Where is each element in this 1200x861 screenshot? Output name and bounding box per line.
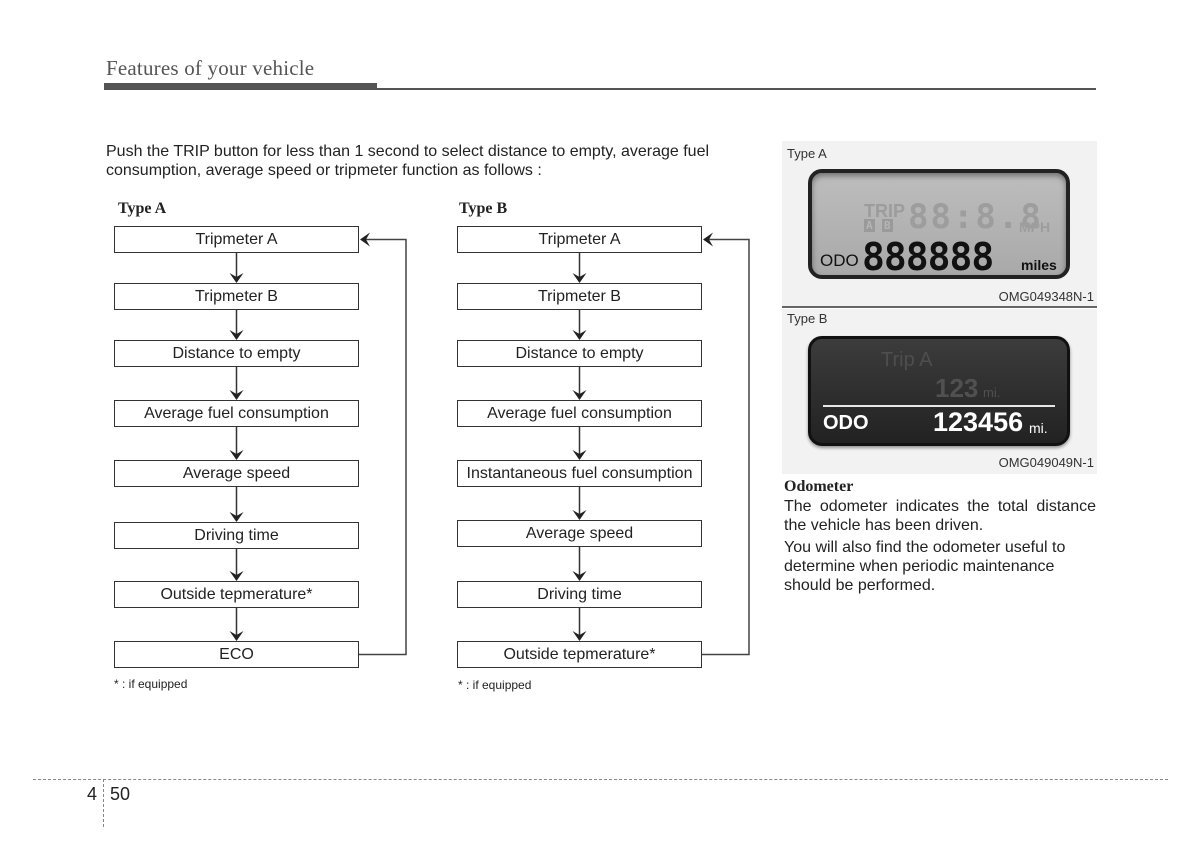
lcd-b-odo-value: 123456 (933, 407, 1024, 437)
lcd-trip-a-indicator: A (864, 219, 875, 232)
flow-step: Tripmeter A (457, 226, 702, 253)
chapter-number: 4 (87, 784, 98, 804)
flow-loop-back-arrow (702, 232, 750, 656)
flow-step: Driving time (114, 522, 359, 549)
flow-loop-back-arrow (359, 232, 407, 656)
figure-divider (782, 306, 1097, 308)
page-number: 50 (110, 784, 131, 804)
flow-step: Outside tepmerature* (457, 641, 702, 668)
flow-step: Tripmeter B (114, 283, 359, 310)
flow-step: Outside tepmerature* (114, 581, 359, 608)
type-a-title: Type A (118, 200, 167, 217)
lcd-b-odo-unit: mi. (1029, 420, 1048, 436)
figure-b-label: Type B (787, 311, 828, 326)
figure-type-a: Type A TRIP A B 88:8.8 MPH ODO 888888 mi… (782, 141, 1097, 306)
odometer-description: The odometer indicates the total distanc… (784, 497, 1096, 598)
flow-step: Average speed (114, 460, 359, 487)
lcd-b-trip-label: Trip A (881, 349, 933, 371)
type-b-footnote: * : if equipped (458, 678, 532, 692)
flow-step: Average speed (457, 520, 702, 547)
footer-rule (33, 779, 1168, 780)
type-b-title: Type B (459, 200, 508, 217)
type-a-footnote: * : if equipped (114, 677, 188, 691)
odometer-paragraph: The odometer indicates the total distanc… (784, 498, 1096, 534)
footer-separator (103, 779, 104, 827)
figure-b-code: OMG049049N-1 (998, 455, 1094, 470)
figure-a-label: Type A (787, 146, 827, 161)
lcd-display-type-b: Trip A 123 mi. ODO 123456 mi. (808, 336, 1070, 446)
lcd-b-trip-value: 123 (935, 373, 979, 403)
lcd-speed-unit: MPH (1019, 219, 1051, 235)
lcd-trip-b-indicator: B (882, 219, 893, 232)
lcd-display-type-a: TRIP A B 88:8.8 MPH ODO 888888 miles (808, 169, 1070, 279)
flow-step: Tripmeter A (114, 226, 359, 253)
flow-step: Driving time (457, 581, 702, 608)
lcd-odo-unit: miles (1021, 257, 1057, 273)
flow-step: Distance to empty (457, 340, 702, 367)
flow-step: Average fuel consumption (114, 400, 359, 427)
lcd-odo-label: ODO (820, 251, 859, 270)
flow-step: Distance to empty (114, 340, 359, 367)
flow-step: Average fuel consumption (457, 400, 702, 427)
flow-step: Instantaneous fuel consumption (457, 460, 702, 487)
flow-step: ECO (114, 641, 359, 668)
odometer-paragraph: You will also find the odometer useful t… (784, 539, 1066, 594)
lcd-b-odo-label: ODO (823, 412, 869, 434)
lcd-b-trip-unit: mi. (983, 385, 1001, 400)
flow-step: Tripmeter B (457, 283, 702, 310)
lcd-odo-digits: 888888 (862, 235, 994, 279)
figure-type-b: Type B Trip A 123 mi. ODO 123456 mi. OMG… (782, 309, 1097, 474)
odometer-heading: Odometer (784, 478, 854, 495)
figure-a-code: OMG049348N-1 (998, 289, 1094, 304)
